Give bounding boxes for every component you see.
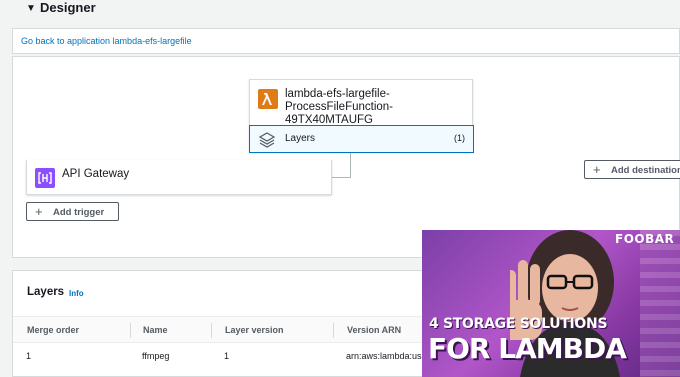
api-gateway-trigger-card[interactable]: API Gateway [26, 160, 332, 195]
add-trigger-label: Add trigger [53, 207, 105, 218]
column-divider [211, 323, 212, 338]
connector-line [330, 177, 351, 178]
lambda-icon [258, 89, 278, 109]
api-gateway-icon [35, 168, 55, 188]
table-cell-merge-order: 1 [26, 351, 32, 361]
function-card[interactable]: lambda-efs-largefile-ProcessFileFunction… [249, 79, 474, 153]
column-header[interactable]: Version ARN [347, 325, 401, 335]
column-divider [130, 323, 131, 338]
layers-node[interactable]: Layers (1) [249, 125, 474, 153]
table-cell-version-arn: arn:aws:lambda:us [346, 351, 422, 361]
layers-label: Layers [285, 133, 316, 144]
api-gateway-label: API Gateway [62, 168, 130, 180]
thumbnail-headline-line2: FOR LAMBDA [428, 332, 627, 365]
column-header[interactable]: Name [143, 325, 168, 335]
designer-title: Designer [40, 0, 96, 15]
function-name: lambda-efs-largefile-ProcessFileFunction… [285, 88, 394, 126]
thumbnail-background [640, 230, 680, 377]
thumbnail-brand: FOOBAR [615, 232, 675, 246]
layers-panel-title: Layers [27, 286, 65, 298]
plus-icon: + [35, 204, 43, 219]
table-cell-layer-version: 1 [224, 351, 230, 361]
add-destination-button[interactable]: + Add destination [584, 160, 680, 179]
column-divider [333, 323, 334, 338]
layers-icon [258, 131, 276, 149]
info-link[interactable]: Info [69, 289, 84, 298]
plus-icon: + [593, 162, 601, 177]
add-destination-label: Add destination [611, 165, 680, 176]
table-cell-name: ffmpeg [142, 351, 170, 361]
designer-header[interactable]: ▼ Designer [0, 0, 680, 26]
layers-count: (1) [454, 133, 465, 143]
back-to-application-link[interactable]: Go back to application lambda-efs-largef… [21, 36, 192, 46]
column-header[interactable]: Merge order [27, 325, 79, 335]
caret-down-icon[interactable]: ▼ [26, 3, 36, 14]
add-trigger-button[interactable]: + Add trigger [26, 202, 119, 221]
column-header[interactable]: Layer version [225, 325, 284, 335]
connector-line [350, 152, 351, 178]
thumbnail-headline-line1: 4 STORAGE SOLUTIONS [429, 316, 608, 332]
back-bar: Go back to application lambda-efs-largef… [12, 28, 680, 54]
